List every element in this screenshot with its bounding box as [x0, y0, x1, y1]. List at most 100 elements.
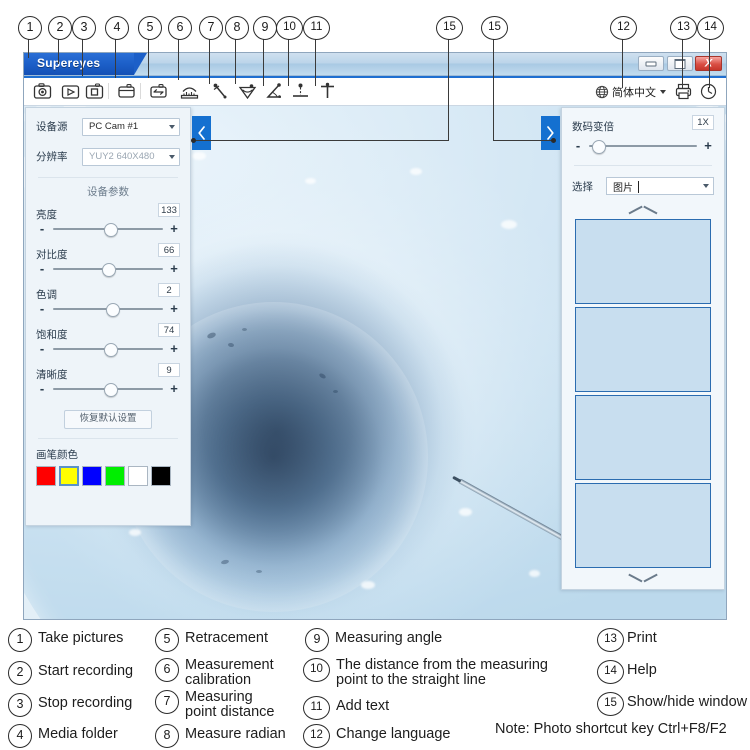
hue-decrease-button[interactable]: - [36, 302, 48, 315]
list-item[interactable] [575, 395, 711, 480]
image-workspace[interactable]: 设备源 PC Cam #1 分辨率 YUY2 640X480 设备参数 亮度 1… [24, 106, 726, 619]
device-source-select[interactable]: PC Cam #1 [82, 117, 180, 136]
sharpness-slider-track[interactable] [53, 383, 163, 397]
legend-number: 5 [155, 628, 179, 652]
saturation-slider-track[interactable] [53, 343, 163, 357]
legend-number: 4 [8, 724, 32, 748]
callout-10: 10 [276, 16, 303, 40]
list-item[interactable] [575, 219, 711, 304]
contrast-slider-track[interactable] [53, 263, 163, 277]
legend-number: 11 [303, 696, 330, 720]
sharpness-increase-button[interactable]: + [168, 382, 180, 395]
contrast-slider-knob[interactable] [102, 263, 116, 277]
legend-item-8: 8 Measure radian [155, 724, 286, 748]
gallery-scroll-up-button[interactable] [628, 203, 658, 217]
contrast-decrease-button[interactable]: - [36, 262, 48, 275]
legend-number: 9 [305, 628, 329, 652]
brightness-slider-knob[interactable] [104, 223, 119, 237]
legend: 1 Take pictures 2 Start recording 3 Stop… [0, 620, 750, 750]
leader-line-15b-horizontal [493, 140, 553, 142]
zoom-decrease-button[interactable]: - [572, 139, 584, 152]
digital-zoom-header: 数码变倍 1X [572, 115, 714, 133]
resolution-select[interactable]: YUY2 640X480 [82, 147, 180, 166]
restore-defaults-button[interactable]: 恢复默认设置 [64, 410, 152, 429]
left-panel-toggle[interactable] [192, 116, 211, 150]
point-to-line-distance-button[interactable] [290, 81, 311, 102]
hue-slider-block: 色调 2 - + [36, 283, 180, 319]
brightness-value: 133 [158, 203, 180, 217]
callout-7: 7 [199, 16, 223, 40]
legend-item-7: 7 Measuring point distance [155, 690, 274, 720]
media-folder-button[interactable] [116, 81, 137, 102]
hue-increase-button[interactable]: + [168, 302, 180, 315]
hue-slider-knob[interactable] [106, 303, 121, 317]
right-panel-toggle[interactable] [541, 116, 560, 150]
legend-number: 2 [8, 661, 32, 685]
legend-label: Measuring point distance [185, 689, 275, 720]
swatch-white[interactable] [128, 466, 148, 486]
select-dropdown[interactable]: 图片 [606, 177, 714, 195]
device-settings-panel: 设备源 PC Cam #1 分辨率 YUY2 640X480 设备参数 亮度 1… [25, 107, 191, 526]
digital-zoom-slider-row: - + [572, 136, 714, 156]
zoom-slider-knob[interactable] [591, 140, 606, 154]
select-label: 选择 [572, 180, 593, 193]
legend-label: The distance from the measuring point to… [336, 657, 548, 688]
callout-6: 6 [168, 16, 192, 40]
brightness-slider-track[interactable] [53, 223, 163, 237]
sharpness-decrease-button[interactable]: - [36, 382, 48, 395]
language-selector[interactable]: 简体中文 [595, 83, 666, 101]
saturation-increase-button[interactable]: + [168, 342, 180, 355]
stop-recording-button[interactable] [84, 81, 105, 102]
toolbar-separator-2 [140, 83, 141, 99]
hue-slider-track[interactable] [53, 303, 163, 317]
swatch-blue[interactable] [82, 466, 102, 486]
brightness-decrease-button[interactable]: - [36, 222, 48, 235]
maximize-icon [674, 58, 686, 69]
legend-item-9: 9 Measuring angle [305, 628, 442, 652]
leader-dot-15b [551, 138, 556, 143]
resolution-label: 分辨率 [36, 151, 68, 163]
legend-item-12: 12 Change language [303, 724, 451, 748]
contrast-increase-button[interactable]: + [168, 262, 180, 275]
legend-label: Stop recording [38, 695, 133, 711]
maximize-button[interactable] [667, 56, 693, 71]
start-recording-button[interactable] [60, 81, 81, 102]
saturation-slider-knob[interactable] [104, 343, 119, 357]
take-pictures-button[interactable] [32, 81, 53, 102]
gallery-scroll-down-button[interactable] [628, 571, 658, 585]
swatch-green[interactable] [105, 466, 125, 486]
callout-2: 2 [48, 16, 72, 40]
add-text-button[interactable] [317, 81, 338, 102]
measuring-angle-button[interactable] [264, 81, 285, 102]
brightness-increase-button[interactable]: + [168, 222, 180, 235]
saturation-slider-block: 饱和度 74 - + [36, 323, 180, 359]
callout-4: 4 [105, 16, 129, 40]
retracement-button[interactable] [148, 81, 169, 102]
swatch-yellow[interactable] [59, 466, 79, 486]
list-item[interactable] [575, 483, 711, 568]
resolution-value: YUY2 640X480 [89, 151, 155, 162]
print-button[interactable] [674, 82, 693, 101]
chevron-down-icon [660, 90, 666, 94]
legend-item-14: 14 Help [597, 660, 657, 684]
sharpness-slider-block: 清晰度 9 - + [36, 363, 180, 399]
measurement-calibration-button[interactable] [179, 81, 200, 102]
sharpness-slider-knob[interactable] [104, 383, 119, 397]
swatch-red[interactable] [36, 466, 56, 486]
saturation-decrease-button[interactable]: - [36, 342, 48, 355]
list-item[interactable] [575, 307, 711, 392]
minimize-button[interactable] [638, 56, 664, 71]
leader-line-11 [315, 38, 317, 86]
callout-14: 14 [697, 16, 724, 40]
swatch-black[interactable] [151, 466, 171, 486]
measuring-point-distance-button[interactable] [210, 81, 231, 102]
measure-radian-button[interactable] [237, 81, 258, 102]
digital-zoom-label: 数码变倍 [572, 121, 614, 133]
zoom-increase-button[interactable]: + [702, 139, 714, 152]
legend-item-6: 6 Measurement calibration [155, 658, 274, 688]
legend-label: Print [627, 630, 657, 646]
zoom-slider-track[interactable] [589, 140, 697, 154]
divider [38, 438, 178, 439]
leader-line-7 [209, 38, 211, 84]
minimize-icon [645, 61, 657, 66]
